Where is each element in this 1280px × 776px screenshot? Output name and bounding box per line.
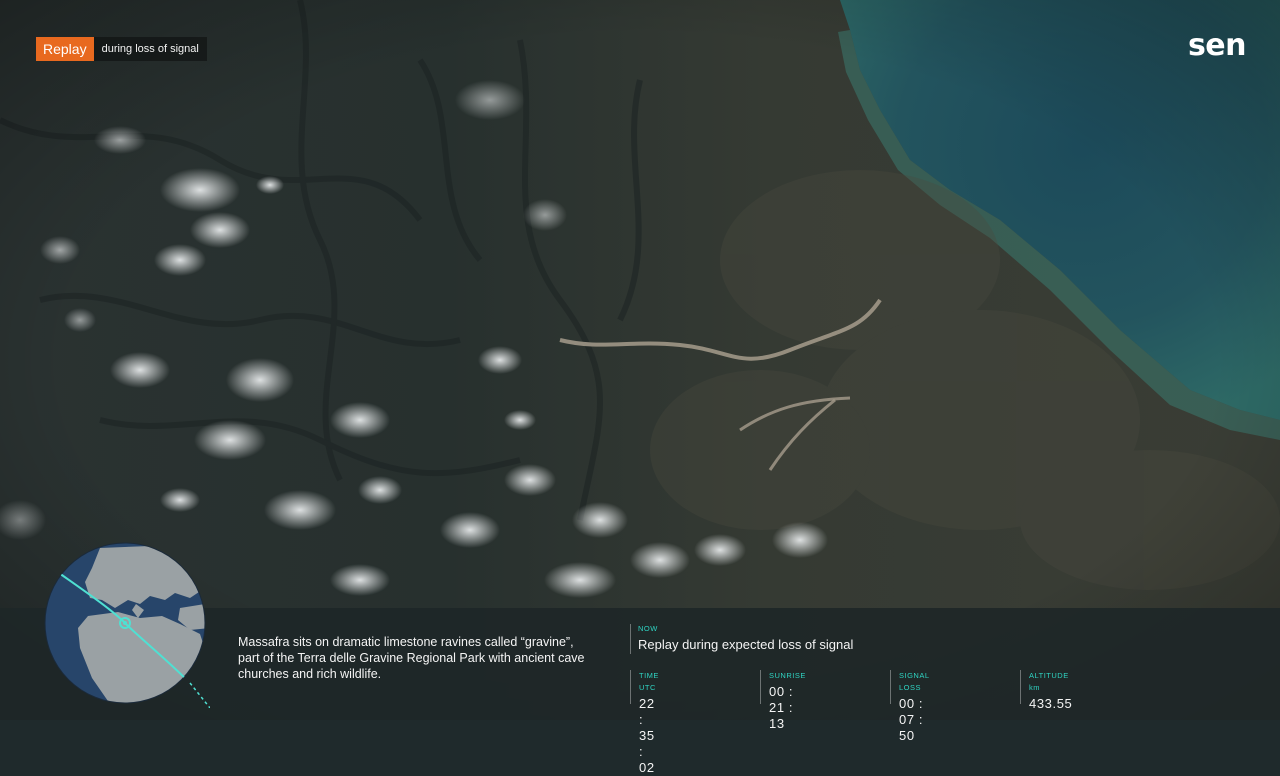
replay-badge: Replay during loss of signal: [36, 37, 207, 61]
stat-signal-loss: SIGNAL LOSS 00 : 07 : 50: [890, 670, 930, 743]
stat-value: 00 : 21 : 13: [769, 684, 794, 731]
now-text: Replay during expected loss of signal: [638, 637, 854, 652]
replay-subtitle: during loss of signal: [93, 37, 207, 61]
stat-label: SUNRISE: [769, 671, 806, 680]
stat-time-utc: TIME UTC 22 : 35 : 02: [630, 670, 659, 775]
location-caption: Massafra sits on dramatic limestone ravi…: [238, 635, 585, 681]
stat-value: 22 : 35 : 02: [639, 696, 655, 775]
now-block: NOW Replay during expected loss of signa…: [630, 624, 853, 654]
stat-value: 00 : 07 : 50: [899, 696, 924, 743]
sen-logo: sen: [1187, 28, 1247, 63]
stat-altitude: ALTITUDE km 433.55: [1020, 670, 1072, 711]
replay-tag: Replay: [36, 37, 94, 61]
stat-value: 433.55: [1029, 696, 1073, 711]
stat-label: TIME UTC: [639, 671, 659, 692]
stat-label: SIGNAL LOSS: [899, 671, 930, 692]
stat-label: ALTITUDE km: [1029, 671, 1069, 692]
globe-orbit-icon: [40, 538, 211, 709]
now-label: NOW: [638, 624, 658, 633]
stat-sunrise: SUNRISE 00 : 21 : 13: [760, 670, 806, 731]
